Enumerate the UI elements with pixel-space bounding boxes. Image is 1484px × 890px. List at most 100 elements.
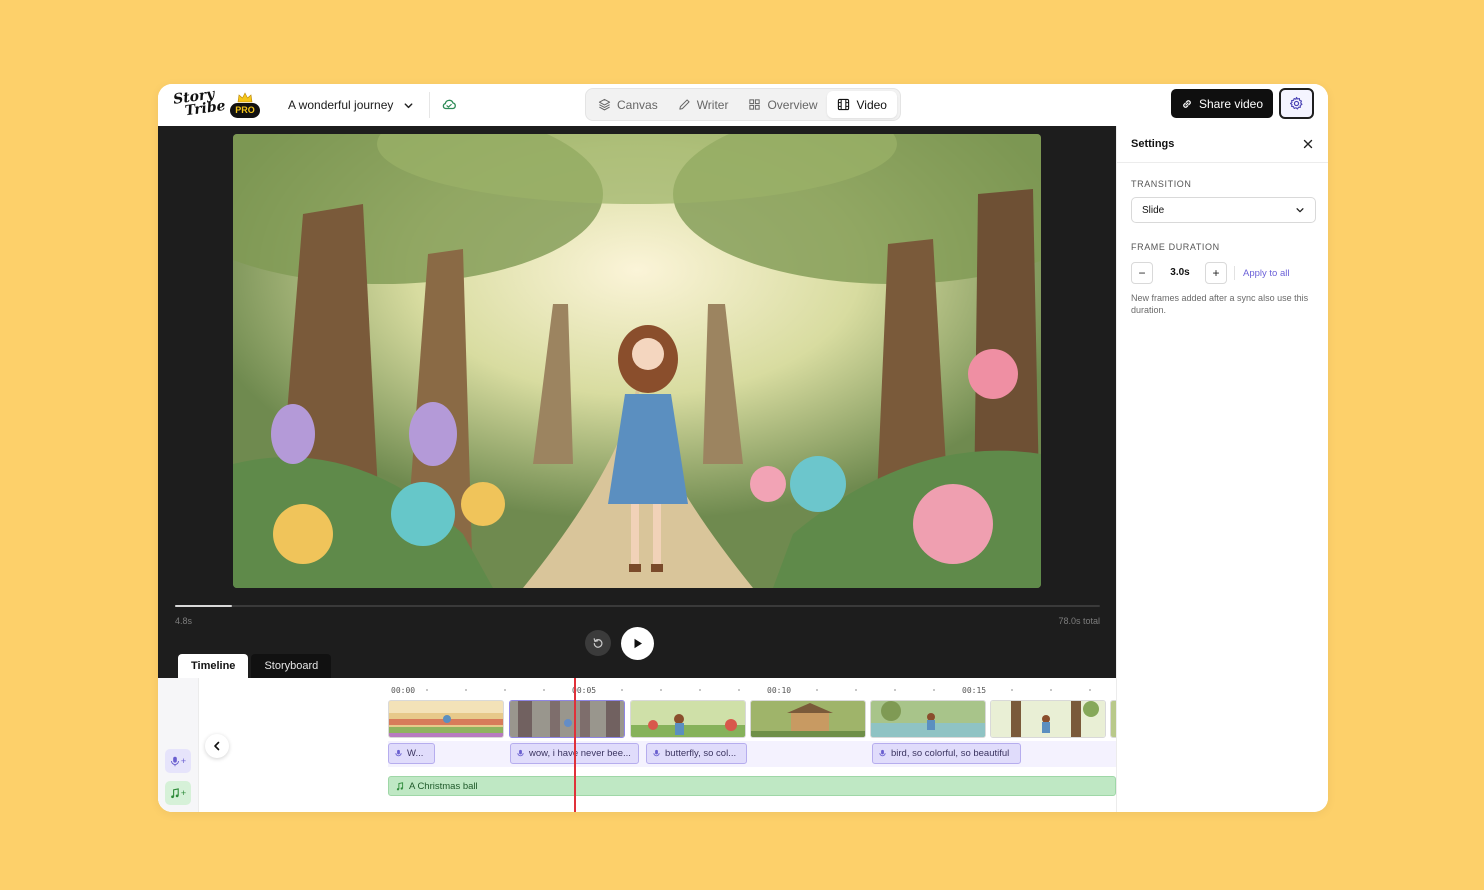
- ruler-tick: [738, 689, 740, 691]
- chevron-down-icon: [404, 102, 413, 108]
- frame-thumbnail[interactable]: [990, 700, 1106, 738]
- share-video-button[interactable]: Share video: [1171, 89, 1273, 118]
- microphone-icon: [170, 756, 179, 766]
- transition-label: TRANSITION: [1131, 179, 1192, 189]
- project-name: A wonderful journey: [288, 98, 394, 112]
- apply-to-all-link[interactable]: Apply to all: [1243, 268, 1289, 279]
- view-tabs: Timeline Storyboard: [178, 654, 332, 678]
- frame-thumbnail[interactable]: [509, 700, 625, 738]
- replay-button[interactable]: [585, 630, 611, 656]
- playhead[interactable]: [574, 678, 576, 812]
- ruler-tick: [894, 689, 896, 691]
- ruler-tick: [1011, 689, 1013, 691]
- voice-clip[interactable]: bird, so colorful, so beautiful: [872, 743, 1021, 764]
- settings-title: Settings: [1131, 138, 1175, 150]
- video-player: 4.8s 78.0s total Timeline Storyboard: [158, 126, 1116, 678]
- duration-help-text: New frames added after a sync also use t…: [1131, 293, 1309, 315]
- ruler-tick: [1050, 689, 1052, 691]
- increase-duration-button[interactable]: +: [1205, 262, 1227, 284]
- frame-thumbnail[interactable]: [388, 700, 504, 738]
- tab-timeline[interactable]: Timeline: [178, 654, 249, 678]
- tab-overview[interactable]: Overview: [738, 91, 827, 118]
- microphone-icon: [879, 749, 886, 757]
- current-time: 4.8s: [175, 616, 193, 626]
- project-selector[interactable]: A wonderful journey: [288, 96, 414, 114]
- pencil-icon: [679, 99, 690, 110]
- minus-icon: −: [1138, 266, 1146, 280]
- header-divider: [429, 92, 430, 118]
- ruler-tick: [933, 689, 935, 691]
- timeline-back-button[interactable]: [205, 734, 229, 758]
- microphone-icon: [653, 749, 660, 757]
- app-window: Story Tribe PRO A wonderful journey Canva…: [158, 84, 1328, 812]
- pro-badge: PRO: [230, 103, 260, 118]
- tab-canvas[interactable]: Canvas: [588, 91, 668, 118]
- transition-select[interactable]: Slide: [1131, 197, 1316, 223]
- layers-icon: [598, 98, 611, 111]
- tab-storyboard[interactable]: Storyboard: [251, 654, 332, 678]
- total-time: 78.0s total: [1058, 616, 1100, 626]
- ruler-tick: [660, 689, 662, 691]
- logo-wordmark: Story Tribe: [172, 86, 227, 120]
- settings-header: Settings: [1117, 126, 1328, 163]
- ruler-tick: [621, 689, 623, 691]
- plus-icon: +: [180, 788, 187, 798]
- add-music-button[interactable]: +: [165, 781, 191, 805]
- ruler-label: 00:00: [391, 686, 416, 695]
- frame-duration-label: FRAME DURATION: [1131, 242, 1220, 252]
- progress-bar[interactable]: [175, 605, 1100, 607]
- video-frame[interactable]: [233, 134, 1041, 588]
- microphone-icon: [517, 749, 524, 757]
- transition-value: Slide: [1142, 204, 1165, 216]
- ruler-tick: [543, 689, 545, 691]
- add-voice-button[interactable]: +: [165, 749, 191, 773]
- gear-icon: [1289, 96, 1303, 110]
- frame-thumbnail[interactable]: [630, 700, 746, 738]
- ruler-tick: [465, 689, 467, 691]
- link-icon: [1183, 99, 1191, 108]
- tab-video[interactable]: Video: [827, 91, 897, 118]
- progress-fill: [175, 605, 233, 607]
- story-illustration: [233, 134, 1041, 588]
- plus-icon: +: [180, 756, 187, 766]
- ruler-label: 00:10: [767, 686, 792, 695]
- ruler-tick: [1089, 689, 1091, 691]
- track-controls: + +: [158, 678, 199, 812]
- frame-thumbnail[interactable]: [750, 700, 866, 738]
- ruler-tick: [426, 689, 428, 691]
- mode-switcher: Canvas Writer Overview Video: [585, 88, 901, 121]
- crown-icon: [237, 92, 253, 103]
- frame-thumbnail[interactable]: [870, 700, 986, 738]
- music-note-icon: [171, 787, 179, 798]
- play-icon: [634, 638, 642, 649]
- chevron-left-icon: [214, 741, 220, 751]
- settings-panel: Settings TRANSITION Slide FRAME DURATION…: [1116, 126, 1328, 812]
- music-clip[interactable]: A Christmas ball: [388, 776, 1116, 796]
- music-note-icon: [396, 781, 404, 790]
- voice-clip[interactable]: butterfly, so col...: [646, 743, 747, 764]
- chevron-down-icon: [1296, 208, 1304, 213]
- ruler-tick: [855, 689, 857, 691]
- timeline-panel: + + 00:00 00:05 00:10 00:15 W... wow, i …: [158, 678, 1116, 812]
- grid-icon: [749, 99, 761, 110]
- voice-clip[interactable]: W...: [388, 743, 435, 764]
- close-icon[interactable]: [1301, 137, 1315, 151]
- tab-writer[interactable]: Writer: [668, 91, 739, 118]
- film-icon: [838, 98, 850, 111]
- microphone-icon: [395, 749, 402, 757]
- replay-icon: [593, 638, 603, 648]
- ruler-label: 00:15: [962, 686, 987, 695]
- storytribe-logo[interactable]: Story Tribe PRO: [172, 86, 260, 124]
- play-button[interactable]: [621, 627, 654, 660]
- ruler-tick: [816, 689, 818, 691]
- apply-divider: [1234, 266, 1235, 280]
- settings-toggle-button[interactable]: [1279, 88, 1314, 119]
- duration-value: 3.0s: [1170, 267, 1190, 278]
- decrease-duration-button[interactable]: −: [1131, 262, 1153, 284]
- plus-icon: +: [1212, 266, 1220, 280]
- voice-track: W... wow, i have never bee... butterfly,…: [388, 741, 1116, 767]
- top-bar: Story Tribe PRO A wonderful journey Canva…: [158, 84, 1328, 126]
- cloud-synced-icon[interactable]: [441, 96, 457, 112]
- ruler-tick: [504, 689, 506, 691]
- ruler-tick: [699, 689, 701, 691]
